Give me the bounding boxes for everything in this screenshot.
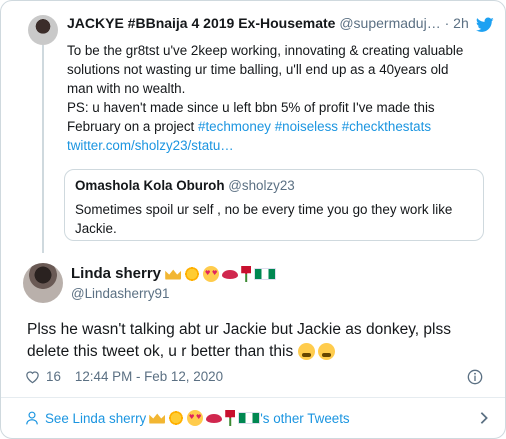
heart-eyes-emoji-icon [187, 410, 204, 426]
author-avatar[interactable] [23, 263, 63, 303]
parent-author-name[interactable]: JACKYE #BBnaija 4 2019 Ex-Housemate [67, 15, 335, 31]
parent-text-line: solutions not wasting ur time balling, u… [67, 62, 449, 77]
footer-suffix-text: 's other Tweets [260, 410, 350, 426]
tweet-timestamp[interactable]: 12:44 PM - Feb 12, 2020 [75, 369, 223, 384]
chevron-right-icon[interactable] [479, 411, 489, 425]
hashtag-link[interactable]: #checkthestats [342, 119, 431, 134]
parent-tweet-time[interactable]: 2h [453, 15, 469, 31]
like-count[interactable]: 16 [46, 369, 61, 384]
author-name-row[interactable]: Linda sherry [71, 265, 277, 287]
quoted-tweet-text: Sometimes spoil ur self , no be every ti… [75, 202, 453, 236]
person-icon [26, 411, 38, 425]
parent-ps-text: February on a project [67, 119, 195, 134]
quoted-tweet-card[interactable]: Omashola Kola Oburoh @sholzy23 Sometimes… [64, 169, 484, 241]
rose-emoji-icon [225, 410, 236, 426]
hashtag-link[interactable]: #noiseless [275, 119, 338, 134]
parent-tweet-text: To be the gr8tst u've 2keep working, inn… [67, 41, 487, 155]
parent-text-line: To be the gr8tst u've 2keep working, inn… [67, 43, 464, 58]
name-emoji-group [165, 266, 277, 283]
nigeria-flag-emoji-icon [254, 268, 277, 281]
tweet-meta-row: 16 12:44 PM - Feb 12, 2020 [25, 369, 223, 384]
quoted-author-name: Omashola Kola Oburoh [75, 178, 225, 193]
tired-face-emoji-icon [317, 343, 335, 361]
separator-dot: · [444, 15, 450, 31]
parent-text-line: man with no wealth. [67, 81, 186, 96]
heart-icon[interactable] [25, 370, 40, 384]
crown-emoji-icon [165, 269, 182, 280]
footer-prefix-text: See Linda sherry [45, 410, 147, 426]
see-other-tweets-link[interactable]: See Linda sherry 's other Tweets [25, 407, 350, 429]
parent-ps-line: PS: u haven't made since u left bbn 5% o… [67, 100, 435, 115]
crown-emoji-icon [149, 413, 166, 424]
hashtag-link[interactable]: #techmoney [198, 119, 271, 134]
tweet-url-link[interactable]: twitter.com/sholzy23/statu… [67, 136, 487, 155]
parent-avatar[interactable] [28, 15, 58, 45]
tweet-emoji-group [297, 343, 335, 361]
thread-connector-line [42, 45, 44, 253]
author-name: Linda sherry [71, 265, 162, 282]
quoted-author-handle: @sholzy23 [228, 178, 295, 193]
nigeria-flag-emoji-icon [238, 412, 261, 424]
parent-author-handle[interactable]: @supermaduj… [339, 15, 440, 31]
lips-emoji-icon [222, 269, 239, 279]
quoted-tweet-header: Omashola Kola Oburoh @sholzy23 [75, 178, 295, 193]
sun-emoji-icon [184, 266, 201, 283]
tweet-embed-card: JACKYE #BBnaija 4 2019 Ex-Housemate @sup… [0, 0, 506, 439]
author-handle[interactable]: @Lindasherry91 [71, 286, 169, 301]
footer-divider [1, 397, 505, 398]
tweet-text-body: Plss he wasn't talking abt ur Jackie but… [27, 321, 451, 360]
sun-emoji-icon [168, 410, 185, 426]
twitter-bird-icon[interactable] [476, 17, 494, 33]
tweet-text: Plss he wasn't talking abt ur Jackie but… [27, 319, 487, 363]
info-icon[interactable] [467, 369, 483, 385]
footer-emoji-group [149, 410, 261, 426]
tired-face-emoji-icon [297, 343, 315, 361]
lips-emoji-icon [206, 413, 223, 423]
heart-eyes-emoji-icon [203, 266, 220, 283]
parent-tweet-header: JACKYE #BBnaija 4 2019 Ex-Housemate @sup… [67, 15, 487, 35]
rose-emoji-icon [241, 266, 252, 283]
parent-ps-line-2: February on a project #techmoney #noisel… [67, 117, 487, 136]
